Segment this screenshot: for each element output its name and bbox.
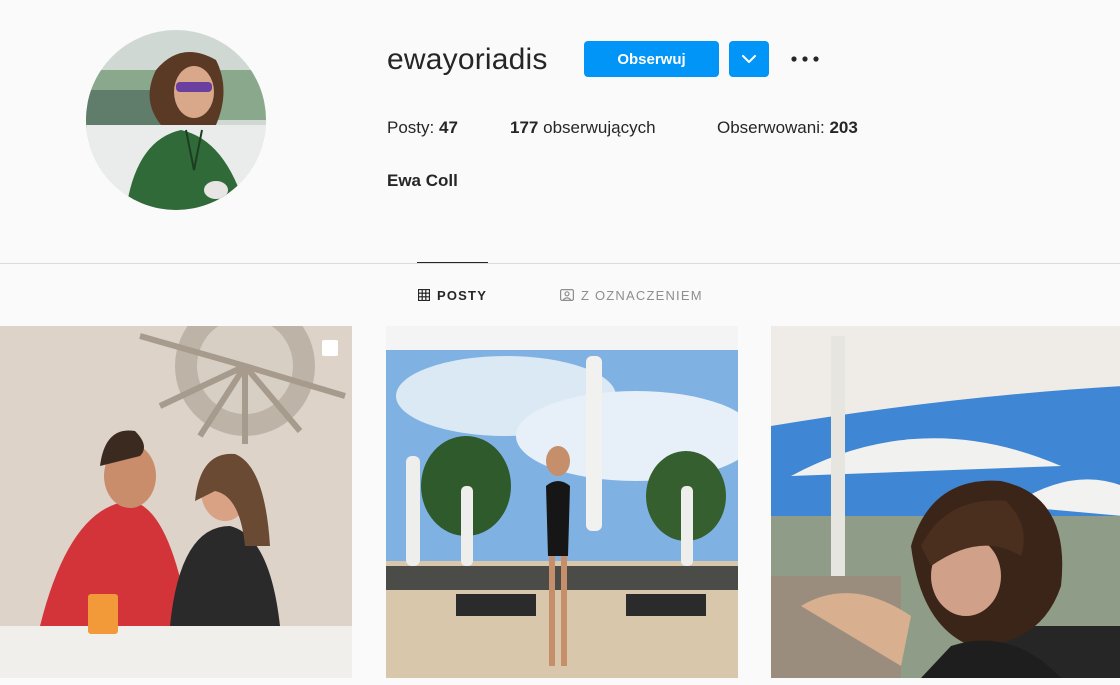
posts-stat: Posty: 47 <box>387 117 458 139</box>
tagged-icon <box>560 289 574 301</box>
avatar[interactable] <box>86 30 266 210</box>
couple-photo <box>0 326 352 678</box>
followers-stat[interactable]: 177 obserwujących <box>510 117 656 139</box>
tab-posts[interactable]: POSTY <box>418 285 487 305</box>
posts-label: Posty: <box>387 118 435 137</box>
full-name: Ewa Coll <box>387 171 458 190</box>
tab-posts-label: POSTY <box>437 287 488 303</box>
more-options-button[interactable] <box>790 46 820 72</box>
following-stat[interactable]: Obserwowani: 203 <box>717 117 858 139</box>
following-label: Obserwowani: <box>717 118 825 137</box>
tab-tagged-label: Z OZNACZENIEM <box>581 287 703 303</box>
more-icon <box>791 56 819 62</box>
followers-count: 177 <box>510 118 539 137</box>
username: ewayoriadis <box>387 43 548 76</box>
followers-label: obserwujących <box>543 118 656 137</box>
post-thumbnail[interactable] <box>771 326 1120 678</box>
suggestions-dropdown-button[interactable] <box>729 41 769 77</box>
post-thumbnail[interactable] <box>386 326 738 678</box>
active-tab-indicator <box>417 262 488 263</box>
follow-button[interactable]: Obserwuj <box>584 41 719 77</box>
chevron-down-icon <box>742 54 756 63</box>
tabs-divider <box>0 263 1120 264</box>
tab-tagged[interactable]: Z OZNACZENIEM <box>560 285 703 305</box>
following-count: 203 <box>829 118 858 137</box>
posts-count: 47 <box>438 118 458 137</box>
grid-icon <box>418 289 430 301</box>
post-thumbnail[interactable] <box>0 326 352 678</box>
beach-photo <box>386 326 738 678</box>
umbrella-photo <box>771 326 1120 678</box>
